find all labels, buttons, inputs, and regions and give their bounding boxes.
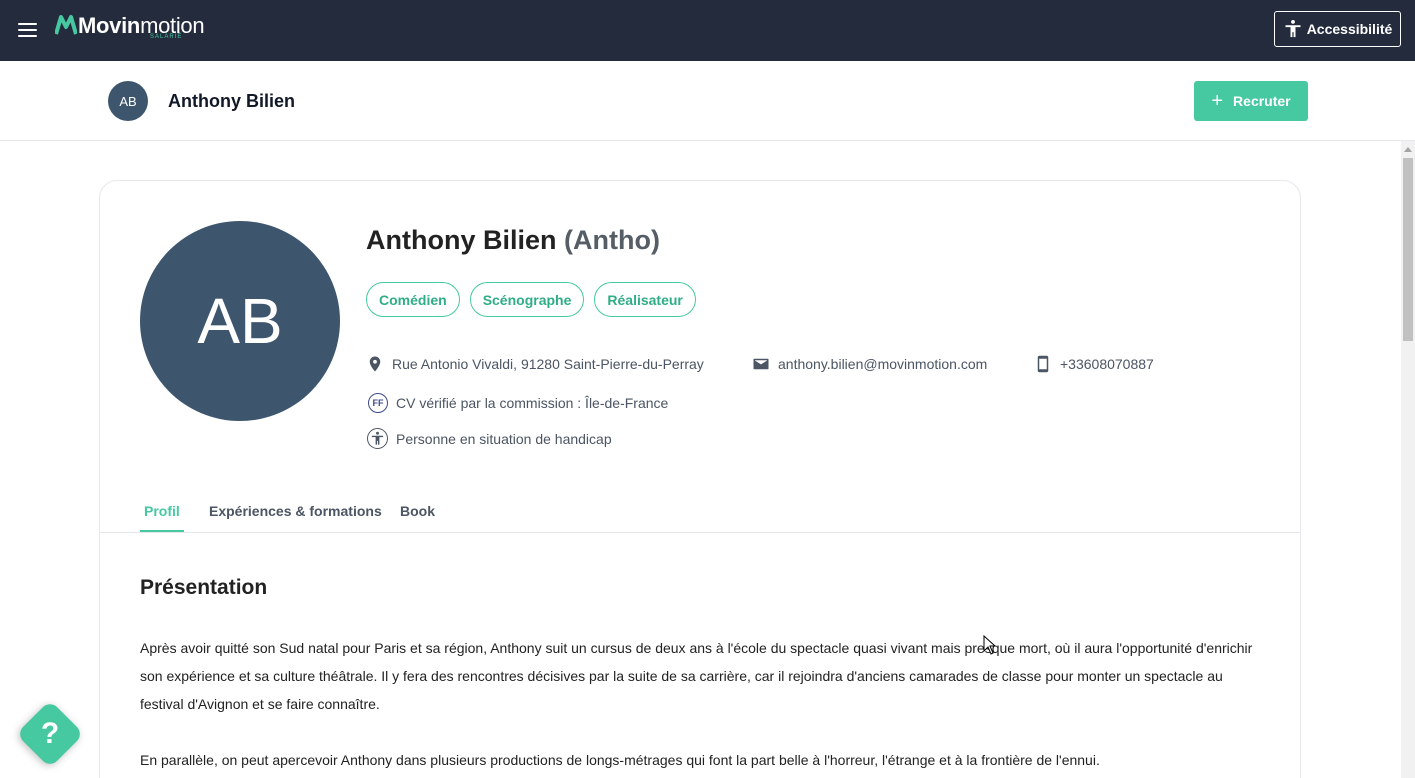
job-tags: Comédien Scénographe Réalisateur [366, 282, 696, 317]
question-mark-icon: ? [40, 717, 60, 750]
mobile-phone-icon [1037, 355, 1049, 373]
handicap-info: Personne en situation de handicap [367, 428, 612, 449]
active-tab-indicator [140, 530, 184, 532]
email-info: anthony.bilien@movinmotion.com [752, 355, 987, 373]
logo-text: Movinmotion [78, 13, 205, 38]
accessibility-person-icon [367, 428, 388, 449]
profile-tabs: Profil Expériences & formations Book [100, 493, 1300, 533]
phone-link[interactable]: +33608070887 [1060, 356, 1154, 372]
profile-name: Anthony Bilien (Antho) [366, 225, 660, 256]
scroll-up-arrow-icon[interactable] [1404, 147, 1412, 152]
hamburger-menu-icon[interactable] [13, 16, 41, 44]
mail-icon [753, 358, 769, 370]
scrollbar-thumb[interactable] [1403, 158, 1413, 341]
top-navbar: Movinmotion SALARIÉ Accessibilité [0, 0, 1415, 61]
tab-experiences-formations[interactable]: Expériences & formations [209, 503, 382, 519]
profile-full-name: Anthony Bilien [366, 225, 557, 255]
recruit-label: Recruter [1233, 93, 1291, 109]
recruit-button[interactable]: + Recruter [1194, 81, 1308, 121]
subheader-name: Anthony Bilien [168, 91, 295, 111]
commission-badge-icon: FF [368, 393, 388, 413]
logo-subtitle: SALARIÉ [150, 34, 183, 40]
tag-scenographe[interactable]: Scénographe [469, 282, 585, 317]
handicap-text: Personne en situation de handicap [396, 430, 612, 447]
phone-info: +33608070887 [1034, 355, 1154, 373]
cv-verified-text: CV vérifié par la commission : Île-de-Fr… [396, 395, 669, 411]
location-pin-icon [369, 356, 381, 372]
address-text: Rue Antonio Vivaldi, 91280 Saint-Pierre-… [392, 356, 704, 372]
tab-profil[interactable]: Profil [144, 503, 180, 519]
plus-icon: + [1211, 90, 1224, 112]
profile-avatar: AB [140, 221, 340, 421]
mouse-cursor-icon [983, 635, 997, 655]
avatar: AB [108, 81, 148, 121]
presentation-paragraph-1: Après avoir quitté son Sud natal pour Pa… [140, 640, 1253, 712]
help-button[interactable]: ? [16, 700, 84, 768]
tag-realisateur[interactable]: Réalisateur [594, 282, 696, 317]
accessibility-label: Accessibilité [1306, 21, 1393, 37]
profile-nickname: (Antho) [564, 225, 660, 255]
accessibility-icon [1285, 20, 1301, 38]
address-info: Rue Antonio Vivaldi, 91280 Saint-Pierre-… [366, 355, 704, 373]
email-link[interactable]: anthony.bilien@movinmotion.com [778, 356, 987, 372]
logo-mark-icon [55, 15, 77, 35]
tab-book[interactable]: Book [400, 503, 435, 519]
movinmotion-logo[interactable]: Movinmotion SALARIÉ [55, 13, 205, 44]
presentation-paragraph-2: En parallèle, on peut apercevoir Anthony… [140, 752, 1100, 768]
presentation-heading: Présentation [140, 576, 268, 599]
cv-verified-info: FF CV vérifié par la commission : Île-de… [368, 393, 668, 413]
tag-comedien[interactable]: Comédien [366, 282, 460, 317]
profile-subheader: AB Anthony Bilien + Recruter [0, 61, 1415, 141]
accessibility-button[interactable]: Accessibilité [1274, 11, 1401, 47]
